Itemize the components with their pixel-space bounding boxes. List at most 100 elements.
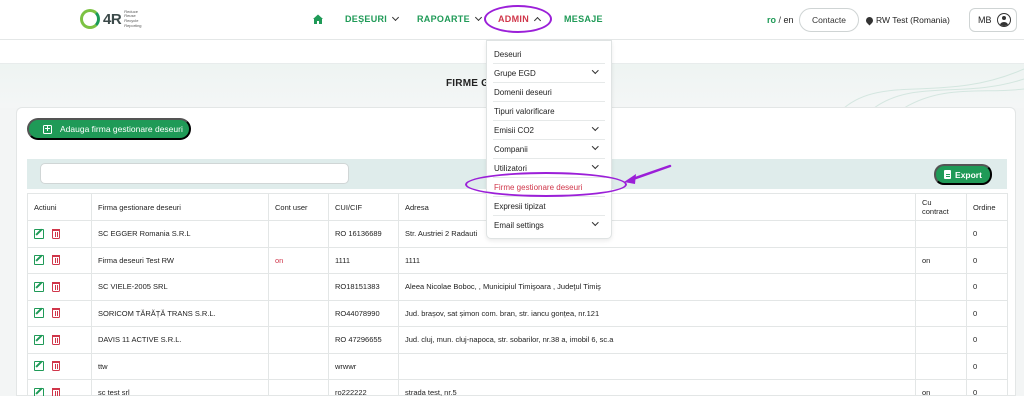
edit-icon[interactable] bbox=[34, 228, 44, 239]
trash-icon[interactable] bbox=[52, 255, 60, 266]
trash-icon[interactable] bbox=[52, 228, 60, 239]
cell-ordine: 0 bbox=[966, 220, 1008, 248]
chevron-down-icon bbox=[591, 219, 598, 226]
table-row[interactable]: sc test srl ro222222 strada test, nr.5 on 0 bbox=[27, 379, 1008, 396]
cell-ordine: 0 bbox=[966, 299, 1008, 327]
cell-adresa: Jud. cluj, mun. cluj-napoca, str. sobari… bbox=[398, 326, 916, 354]
row-actions bbox=[27, 273, 92, 301]
cell-cont-user bbox=[268, 326, 329, 354]
nav-rapoarte[interactable]: RAPOARTE bbox=[417, 13, 482, 24]
table-row[interactable]: SC VIELE-2005 SRL RO18151383 Aleea Nicolae… bbox=[27, 273, 1008, 301]
admin-menu-item-label: Email settings bbox=[494, 221, 544, 230]
row-actions bbox=[27, 246, 92, 274]
cell-cu-contract bbox=[915, 220, 967, 248]
col-firma: Firma gestionare deseuri bbox=[91, 193, 269, 221]
trash-icon[interactable] bbox=[52, 361, 60, 372]
home-icon[interactable] bbox=[312, 13, 324, 25]
cell-adresa: Str. Austriei 2 Radauti bbox=[398, 220, 916, 248]
table-row[interactable]: SORICOM TĂRĂȚĂ TRANS S.R.L. RO44078990 Jud… bbox=[27, 299, 1008, 327]
trash-icon[interactable] bbox=[52, 334, 60, 345]
cell-adresa bbox=[398, 352, 916, 380]
edit-icon[interactable] bbox=[34, 361, 44, 372]
edit-icon[interactable] bbox=[34, 334, 44, 345]
contact-button[interactable]: Contacte bbox=[799, 8, 859, 32]
cell-cu-contract: on bbox=[915, 246, 967, 274]
trash-icon[interactable] bbox=[52, 387, 60, 396]
cell-firma: SC EGGER Romania S.R.L bbox=[91, 220, 269, 248]
admin-menu-item[interactable]: Deseuri bbox=[493, 45, 605, 64]
cell-cont-user bbox=[268, 220, 329, 248]
cell-adresa: Aleea Nicolae Boboc, , Municipiul Timişo… bbox=[398, 273, 916, 301]
cell-cont-user bbox=[268, 379, 329, 396]
table-row[interactable]: Firma deseuri Test RW on 1111 1111 on 0 bbox=[27, 246, 1008, 274]
cell-cu-contract: on bbox=[915, 379, 967, 396]
cell-firma: SC VIELE-2005 SRL bbox=[91, 273, 269, 301]
cell-cont-user bbox=[268, 273, 329, 301]
col-actiuni: Actiuni bbox=[27, 193, 92, 221]
cell-ordine: 0 bbox=[966, 326, 1008, 354]
row-actions bbox=[27, 379, 92, 396]
admin-menu-item[interactable]: Emisii CO2 bbox=[493, 121, 605, 140]
edit-icon[interactable] bbox=[34, 308, 44, 319]
chevron-down-icon bbox=[591, 143, 598, 150]
cell-firma: ttw bbox=[91, 352, 269, 380]
edit-icon[interactable] bbox=[34, 281, 44, 292]
admin-menu-item-label: Emisii CO2 bbox=[494, 125, 535, 135]
decorative-swirl-icon bbox=[843, 68, 1024, 108]
arrow-annotation-icon bbox=[624, 164, 672, 184]
col-ordine: Ordine bbox=[966, 193, 1008, 221]
user-menu-button[interactable]: MB bbox=[969, 8, 1017, 32]
language-switcher: ro / en bbox=[767, 15, 794, 25]
trash-icon[interactable] bbox=[52, 308, 60, 319]
col-cont-user: Cont user bbox=[268, 193, 329, 221]
cell-cu-contract bbox=[915, 352, 967, 380]
document-icon bbox=[944, 170, 952, 179]
admin-menu-item-label: Domenii deseuri bbox=[494, 87, 552, 97]
admin-menu-item[interactable]: Grupe EGD bbox=[493, 64, 605, 83]
brand-logo[interactable]: 4R Reduce Reuse Recycle Reporting bbox=[80, 9, 154, 29]
lang-ro[interactable]: ro bbox=[767, 15, 776, 25]
cell-firma: SORICOM TĂRĂȚĂ TRANS S.R.L. bbox=[91, 299, 269, 327]
admin-menu-item[interactable]: Domenii deseuri bbox=[493, 83, 605, 102]
cell-cu-contract bbox=[915, 299, 967, 327]
cell-cui: RO 47296655 bbox=[328, 326, 399, 354]
chevron-down-icon bbox=[591, 67, 598, 74]
row-actions bbox=[27, 326, 92, 354]
cell-firma: sc test srl bbox=[91, 379, 269, 396]
cell-cu-contract bbox=[915, 326, 967, 354]
admin-menu-item[interactable]: Email settings bbox=[493, 216, 605, 235]
edit-icon[interactable] bbox=[34, 387, 44, 396]
trash-icon[interactable] bbox=[52, 281, 60, 292]
search-input[interactable] bbox=[40, 163, 349, 184]
cell-firma: Firma deseuri Test RW bbox=[91, 246, 269, 274]
location-selector[interactable]: RW Test (Romania) bbox=[864, 15, 950, 25]
logo-mark-icon bbox=[80, 9, 100, 29]
row-actions bbox=[27, 299, 92, 327]
admin-menu-item[interactable]: Companii bbox=[493, 140, 605, 159]
cell-cui: 1111 bbox=[328, 246, 399, 274]
brand-name: 4R bbox=[103, 10, 122, 28]
chevron-down-icon bbox=[392, 13, 400, 22]
col-cu-contract: Cu contract bbox=[915, 193, 967, 221]
admin-menu-item-label: Companii bbox=[494, 144, 528, 154]
table-row[interactable]: ttw wrwwr 0 bbox=[27, 352, 1008, 380]
add-firma-button[interactable]: Adauga firma gestionare deseuri bbox=[27, 118, 191, 140]
edit-icon[interactable] bbox=[34, 255, 44, 266]
nav-deseuri[interactable]: DEȘEURI bbox=[345, 13, 400, 24]
row-actions bbox=[27, 352, 92, 380]
lang-en[interactable]: en bbox=[784, 15, 794, 25]
cell-cu-contract bbox=[915, 273, 967, 301]
nav-admin[interactable]: ADMIN bbox=[498, 14, 542, 25]
row-actions bbox=[27, 220, 92, 248]
admin-menu-item[interactable]: Expresii tipizat bbox=[493, 197, 605, 216]
admin-menu-item-label: Deseuri bbox=[494, 49, 522, 59]
admin-menu-item[interactable]: Tipuri valorificare bbox=[493, 102, 605, 121]
cell-cui: wrwwr bbox=[328, 352, 399, 380]
cell-ordine: 0 bbox=[966, 246, 1008, 274]
nav-mesaje[interactable]: MESAJE bbox=[564, 14, 603, 24]
admin-menu-item-label: Grupe EGD bbox=[494, 68, 536, 78]
export-button[interactable]: Export bbox=[934, 164, 992, 185]
cell-cont-user bbox=[268, 352, 329, 380]
cell-ordine: 0 bbox=[966, 273, 1008, 301]
table-row[interactable]: DAVIS 11 ACTIVE S.R.L. RO 47296655 Jud. cl… bbox=[27, 326, 1008, 354]
